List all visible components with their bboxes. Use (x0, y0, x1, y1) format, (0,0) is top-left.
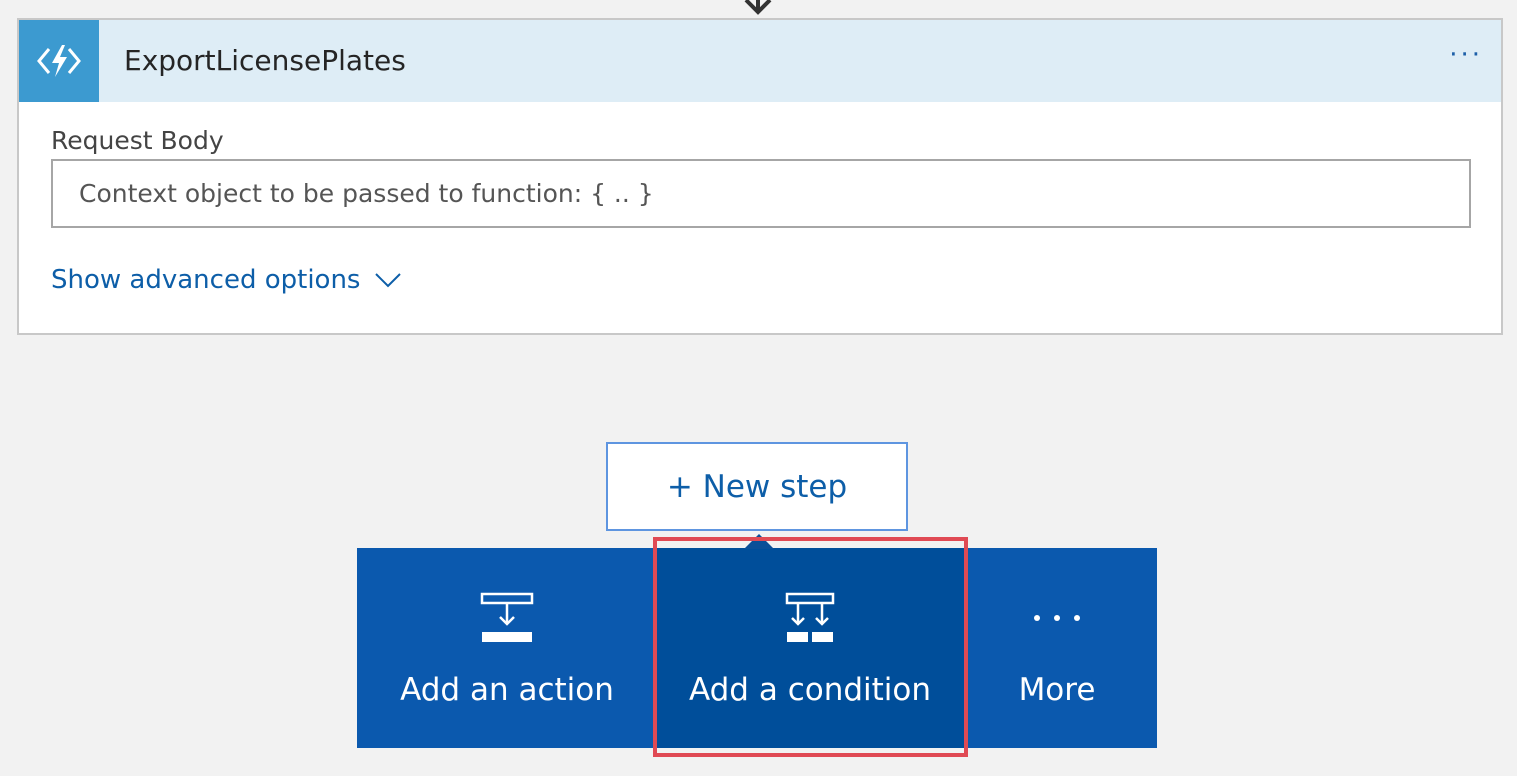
azure-function-icon (19, 20, 99, 102)
connector-arrow-icon (744, 0, 772, 15)
action-card-header[interactable]: ExportLicensePlates ··· (19, 20, 1501, 102)
add-action-option[interactable]: Add an action (357, 548, 657, 748)
add-action-label: Add an action (400, 672, 614, 708)
show-advanced-options-link[interactable]: Show advanced options (51, 265, 402, 295)
chevron-down-icon (375, 273, 402, 288)
more-label: More (1018, 672, 1096, 708)
action-title[interactable]: ExportLicensePlates (124, 44, 406, 77)
add-condition-label: Add a condition (688, 672, 932, 708)
more-option[interactable]: More (957, 548, 1157, 748)
add-action-icon (480, 592, 534, 642)
export-license-plates-action-card: ExportLicensePlates ··· Request Body Sho… (17, 18, 1503, 335)
request-body-input[interactable] (51, 159, 1471, 228)
add-condition-option[interactable]: Add a condition (655, 548, 965, 748)
add-condition-icon (785, 592, 835, 642)
ellipsis-icon (1034, 615, 1080, 621)
show-advanced-options-label: Show advanced options (51, 265, 361, 295)
new-step-button[interactable]: + New step (606, 442, 908, 531)
ellipsis-icon[interactable]: ··· (1449, 40, 1483, 70)
step-options-menu: Add an action Add a condition More (357, 548, 1157, 748)
menu-pointer-notch (744, 534, 774, 549)
request-body-label: Request Body (51, 126, 224, 155)
